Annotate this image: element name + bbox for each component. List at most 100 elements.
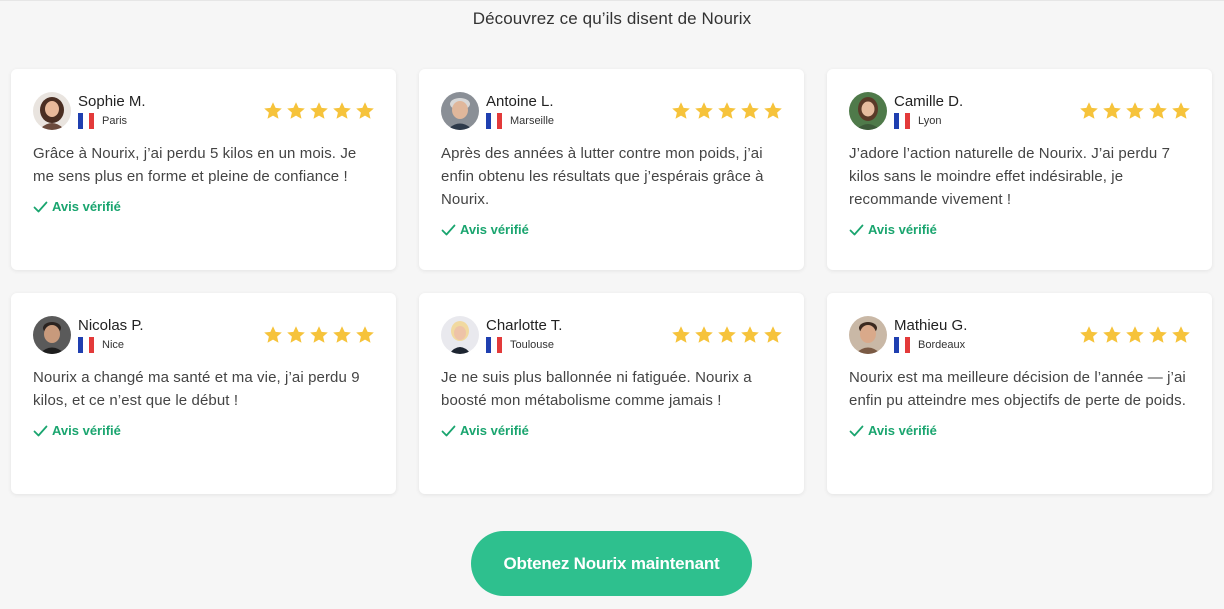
star-icon (741, 102, 759, 119)
star-icon (1126, 102, 1144, 119)
reviewer-name: Antoine L. (486, 93, 554, 110)
reviewer-name: Mathieu G. (894, 317, 968, 334)
reviewer-city: Marseille (510, 115, 555, 127)
verified-label: Avis vérifié (868, 423, 937, 438)
star-rating (671, 325, 783, 344)
verified-badge: Avis vérifié (441, 423, 782, 438)
france-flag-icon (894, 337, 910, 353)
star-icon (264, 102, 282, 119)
star-icon (1149, 102, 1167, 119)
reviewer-info: Camille D. Lyon (894, 93, 963, 129)
avatar (33, 316, 71, 354)
reviewer-name: Nicolas P. (78, 317, 144, 334)
star-rating (1079, 325, 1191, 344)
review-text: Nourix a changé ma santé et ma vie, j’ai… (33, 369, 360, 409)
checkmark-icon (33, 201, 48, 212)
section-headline: Découvrez ce qu’ils disent de Nourix (472, 9, 752, 28)
star-icon (1172, 326, 1190, 343)
reviewer-location: Marseille (486, 113, 554, 129)
reviewer-city: Lyon (918, 115, 942, 127)
avatar (441, 92, 479, 130)
verified-label: Avis vérifié (52, 199, 121, 214)
star-rating (263, 325, 375, 344)
star-icon (695, 326, 713, 343)
star-rating (263, 101, 375, 120)
reviewer-location: Toulouse (486, 337, 562, 353)
checkmark-icon (441, 224, 456, 235)
star-icon (718, 326, 736, 343)
review-text: J’adore l’action naturelle de Nourix. J’… (849, 145, 1171, 208)
review-text: Grâce à Nourix, j’ai perdu 5 kilos en un… (33, 145, 357, 185)
star-icon (1126, 326, 1144, 343)
review-header: Antoine L. Marseille (441, 91, 782, 131)
review-card: Charlotte T. Toulouse Je ne suis plus ba… (419, 293, 804, 494)
france-flag-icon (78, 337, 94, 353)
star-icon (1080, 326, 1098, 343)
review-card: Sophie M. Paris Grâce à Nourix, j’ai per… (11, 69, 396, 270)
verified-badge: Avis vérifié (849, 222, 1190, 237)
star-icon (1103, 326, 1121, 343)
reviewer-city: Bordeaux (918, 339, 966, 351)
star-icon (1103, 102, 1121, 119)
verified-label: Avis vérifié (460, 423, 529, 438)
star-icon (264, 326, 282, 343)
verified-label: Avis vérifié (460, 222, 529, 237)
review-header: Sophie M. Paris (33, 91, 374, 131)
star-icon (764, 326, 782, 343)
review-card: Antoine L. Marseille Après des années à … (419, 69, 804, 270)
star-icon (287, 102, 305, 119)
star-icon (310, 326, 328, 343)
reviewer-location: Bordeaux (894, 337, 967, 353)
review-header: Mathieu G. Bordeaux (849, 315, 1190, 355)
checkmark-icon (33, 425, 48, 436)
review-header: Camille D. Lyon (849, 91, 1190, 131)
reviewer-location: Nice (78, 337, 144, 353)
verified-label: Avis vérifié (52, 423, 121, 438)
avatar (33, 92, 71, 130)
verified-badge: Avis vérifié (849, 423, 1190, 438)
verified-badge: Avis vérifié (33, 423, 374, 438)
france-flag-icon (486, 337, 502, 353)
star-icon (695, 102, 713, 119)
reviewer-name: Sophie M. (78, 93, 146, 110)
review-header: Charlotte T. Toulouse (441, 315, 782, 355)
review-text: Nourix est ma meilleure décision de l’an… (849, 369, 1186, 409)
verified-badge: Avis vérifié (33, 199, 374, 214)
france-flag-icon (486, 113, 502, 129)
top-divider (0, 0, 1224, 1)
star-rating (671, 101, 783, 120)
reviewer-info: Antoine L. Marseille (486, 93, 554, 129)
reviewer-info: Sophie M. Paris (78, 93, 146, 129)
star-icon (672, 102, 690, 119)
reviewer-info: Nicolas P. Nice (78, 317, 144, 353)
star-icon (356, 102, 374, 119)
reviewer-info: Mathieu G. Bordeaux (894, 317, 967, 353)
reviews-grid: Sophie M. Paris Grâce à Nourix, j’ai per… (11, 69, 1212, 494)
review-header: Nicolas P. Nice (33, 315, 374, 355)
france-flag-icon (78, 113, 94, 129)
star-icon (333, 326, 351, 343)
reviewer-location: Paris (78, 113, 146, 129)
star-icon (1172, 102, 1190, 119)
review-card: Camille D. Lyon J’adore l’action naturel… (827, 69, 1212, 270)
review-card: Nicolas P. Nice Nourix a changé ma santé… (11, 293, 396, 494)
reviewer-name: Charlotte T. (486, 317, 563, 334)
avatar (441, 316, 479, 354)
star-icon (1080, 102, 1098, 119)
star-icon (1149, 326, 1167, 343)
verified-label: Avis vérifié (868, 222, 937, 237)
checkmark-icon (849, 224, 864, 235)
star-icon (718, 102, 736, 119)
star-rating (1079, 101, 1191, 120)
get-nourix-button[interactable]: Obtenez Nourix maintenant (471, 531, 752, 596)
reviewer-city: Nice (102, 339, 125, 351)
star-icon (310, 102, 328, 119)
reviewer-city: Paris (102, 115, 128, 127)
star-icon (333, 102, 351, 119)
avatar (849, 316, 887, 354)
checkmark-icon (441, 425, 456, 436)
reviewer-city: Toulouse (510, 339, 555, 351)
star-icon (356, 326, 374, 343)
star-icon (672, 326, 690, 343)
star-icon (287, 326, 305, 343)
